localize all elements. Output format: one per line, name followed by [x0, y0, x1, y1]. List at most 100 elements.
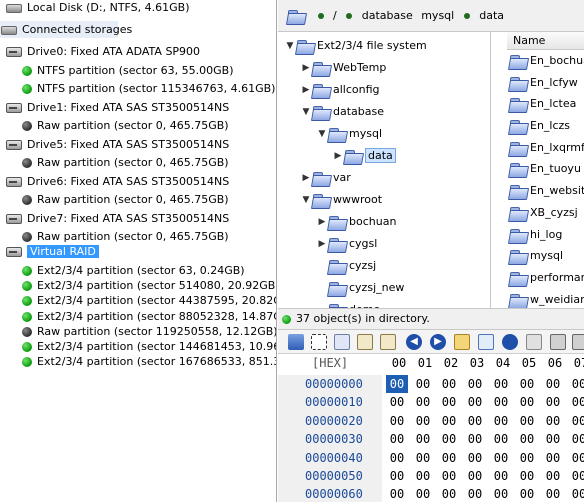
- breadcrumb-database[interactable]: database: [362, 9, 413, 22]
- hex-byte[interactable]: 00: [542, 430, 564, 448]
- hex-byte[interactable]: 00: [542, 467, 564, 485]
- hex-byte[interactable]: 00: [542, 449, 564, 467]
- hex-byte[interactable]: 00: [516, 449, 538, 467]
- hex-byte[interactable]: 00: [542, 375, 564, 393]
- hex-byte[interactable]: 00: [490, 375, 512, 393]
- tree-item-database[interactable]: ▼ database: [300, 101, 384, 123]
- hex-byte[interactable]: 00: [568, 485, 584, 503]
- hex-byte[interactable]: 00: [386, 430, 408, 448]
- calendar-icon[interactable]: [478, 334, 494, 350]
- hex-byte[interactable]: 00: [438, 393, 460, 411]
- hex-byte[interactable]: 00: [386, 467, 408, 485]
- hex-byte[interactable]: 00: [438, 430, 460, 448]
- hex-byte[interactable]: 00: [490, 485, 512, 503]
- hex-byte[interactable]: 00: [412, 375, 434, 393]
- list-item[interactable]: mysql: [507, 245, 584, 267]
- hex-byte[interactable]: 00: [438, 449, 460, 467]
- hex-byte[interactable]: 00: [386, 412, 408, 430]
- hex-byte[interactable]: 00: [542, 412, 564, 430]
- hex-byte[interactable]: 00: [386, 375, 408, 393]
- tree-item-cyzsj[interactable]: cyzsj: [316, 255, 376, 277]
- partition-item[interactable]: Raw partition (sector 0, 465.75GB): [22, 154, 229, 171]
- tree-item-var[interactable]: ▶ var: [300, 167, 351, 189]
- list-item[interactable]: En_tuoyu: [507, 158, 584, 180]
- list-item[interactable]: XB_cyzsj: [507, 202, 584, 224]
- hex-byte[interactable]: 00: [568, 412, 584, 430]
- drive-item[interactable]: Drive1: Fixed ATA SAS ST3500514NS: [6, 99, 229, 116]
- list-item[interactable]: En_lczs: [507, 115, 584, 137]
- hex-byte[interactable]: 00: [490, 412, 512, 430]
- hex-byte[interactable]: 00: [464, 430, 486, 448]
- partition-item[interactable]: NTFS partition (sector 63, 55.00GB): [22, 62, 234, 79]
- paste-icon[interactable]: [357, 334, 373, 350]
- drive-item[interactable]: Drive6: Fixed ATA SAS ST3500514NS: [6, 173, 229, 190]
- tree-item-demo[interactable]: demo: [316, 299, 380, 308]
- virtual-raid-item[interactable]: Virtual RAID: [6, 243, 99, 260]
- hex-byte[interactable]: 00: [490, 430, 512, 448]
- tree-item-ext2-3-4-file-system[interactable]: ▼ Ext2/3/4 file system: [284, 35, 427, 57]
- hex-byte[interactable]: 00: [568, 467, 584, 485]
- hex-byte[interactable]: 00: [438, 485, 460, 503]
- tree-item-webtemp[interactable]: ▶ WebTemp: [300, 57, 387, 79]
- hex-byte[interactable]: 00: [568, 449, 584, 467]
- local-disk-item[interactable]: Local Disk (D:, NTFS, 4.61GB): [6, 0, 190, 16]
- copy-icon[interactable]: [334, 334, 350, 350]
- list-item[interactable]: En_lctea: [507, 93, 584, 115]
- hex-byte[interactable]: 00: [516, 393, 538, 411]
- hex-byte[interactable]: 00: [490, 393, 512, 411]
- hex-byte[interactable]: 00: [438, 412, 460, 430]
- hex-byte[interactable]: 00: [464, 485, 486, 503]
- hex-byte[interactable]: 00: [412, 393, 434, 411]
- breadcrumb-mysql[interactable]: mysql: [421, 9, 454, 22]
- hex-byte[interactable]: 00: [412, 412, 434, 430]
- hex-byte[interactable]: 00: [464, 467, 486, 485]
- mode-icon[interactable]: [526, 334, 542, 350]
- tree-item-bochuan[interactable]: ▶ bochuan: [316, 211, 397, 233]
- hex-byte[interactable]: 00: [386, 393, 408, 411]
- connected-storages-item[interactable]: Connected storages: [0, 21, 132, 38]
- select-icon[interactable]: [311, 334, 327, 350]
- tree-item-cygsl[interactable]: ▶ cygsl: [316, 233, 378, 255]
- save-icon[interactable]: [288, 334, 304, 350]
- back-icon[interactable]: ◀: [406, 334, 422, 350]
- partition-item[interactable]: Raw partition (sector 0, 465.75GB): [22, 191, 229, 208]
- list-item[interactable]: En_website: [507, 180, 584, 202]
- open-icon[interactable]: [454, 334, 470, 350]
- partition-item[interactable]: NTFS partition (sector 115346763, 4.61GB…: [22, 80, 275, 97]
- drive-item[interactable]: Drive5: Fixed ATA SAS ST3500514NS: [6, 136, 229, 153]
- hex-byte[interactable]: 00: [412, 449, 434, 467]
- list-item[interactable]: w_weidian: [507, 289, 584, 308]
- hex-byte[interactable]: 00: [412, 467, 434, 485]
- hex-byte[interactable]: 00: [464, 412, 486, 430]
- hex-byte[interactable]: 00: [516, 375, 538, 393]
- list-item[interactable]: performance: [507, 267, 584, 289]
- hex-byte[interactable]: 00: [464, 449, 486, 467]
- hex-byte[interactable]: 00: [412, 430, 434, 448]
- hex-byte[interactable]: 00: [490, 449, 512, 467]
- raid-partition-item[interactable]: Ext2/3/4 partition (sector 167686533, 85…: [22, 353, 276, 370]
- hex-byte[interactable]: 00: [464, 393, 486, 411]
- drive-item[interactable]: Drive0: Fixed ATA ADATA SP900: [6, 43, 200, 60]
- partition-item[interactable]: Raw partition (sector 0, 465.75GB): [22, 117, 229, 134]
- drive-item[interactable]: Drive7: Fixed ATA SAS ST3500514NS: [6, 210, 229, 227]
- hex-byte[interactable]: 00: [412, 485, 434, 503]
- list-item[interactable]: En_lcfyw: [507, 72, 584, 94]
- hex-byte[interactable]: 00: [464, 375, 486, 393]
- name-column-header[interactable]: Name: [507, 32, 584, 50]
- tree-item-allconfig[interactable]: ▶ allconfig: [300, 79, 380, 101]
- clipboard-icon[interactable]: [380, 334, 396, 350]
- hex-byte[interactable]: 00: [568, 393, 584, 411]
- list-item[interactable]: hi_log: [507, 224, 584, 246]
- hex-byte[interactable]: 00: [516, 430, 538, 448]
- hex-byte[interactable]: 00: [516, 412, 538, 430]
- hex-byte[interactable]: 00: [438, 467, 460, 485]
- list-item[interactable]: En_lxqrmfy: [507, 137, 584, 159]
- hex-byte[interactable]: 00: [542, 393, 564, 411]
- tree-item-mysql[interactable]: ▼ mysql: [316, 123, 382, 145]
- hex-byte[interactable]: 00: [386, 485, 408, 503]
- hex-byte[interactable]: 00: [516, 467, 538, 485]
- hex-byte[interactable]: 00: [386, 449, 408, 467]
- forward-icon[interactable]: ▶: [430, 334, 446, 350]
- tree-item-wwwroot[interactable]: ▼ wwwroot: [300, 189, 383, 211]
- hex-byte[interactable]: 00: [438, 375, 460, 393]
